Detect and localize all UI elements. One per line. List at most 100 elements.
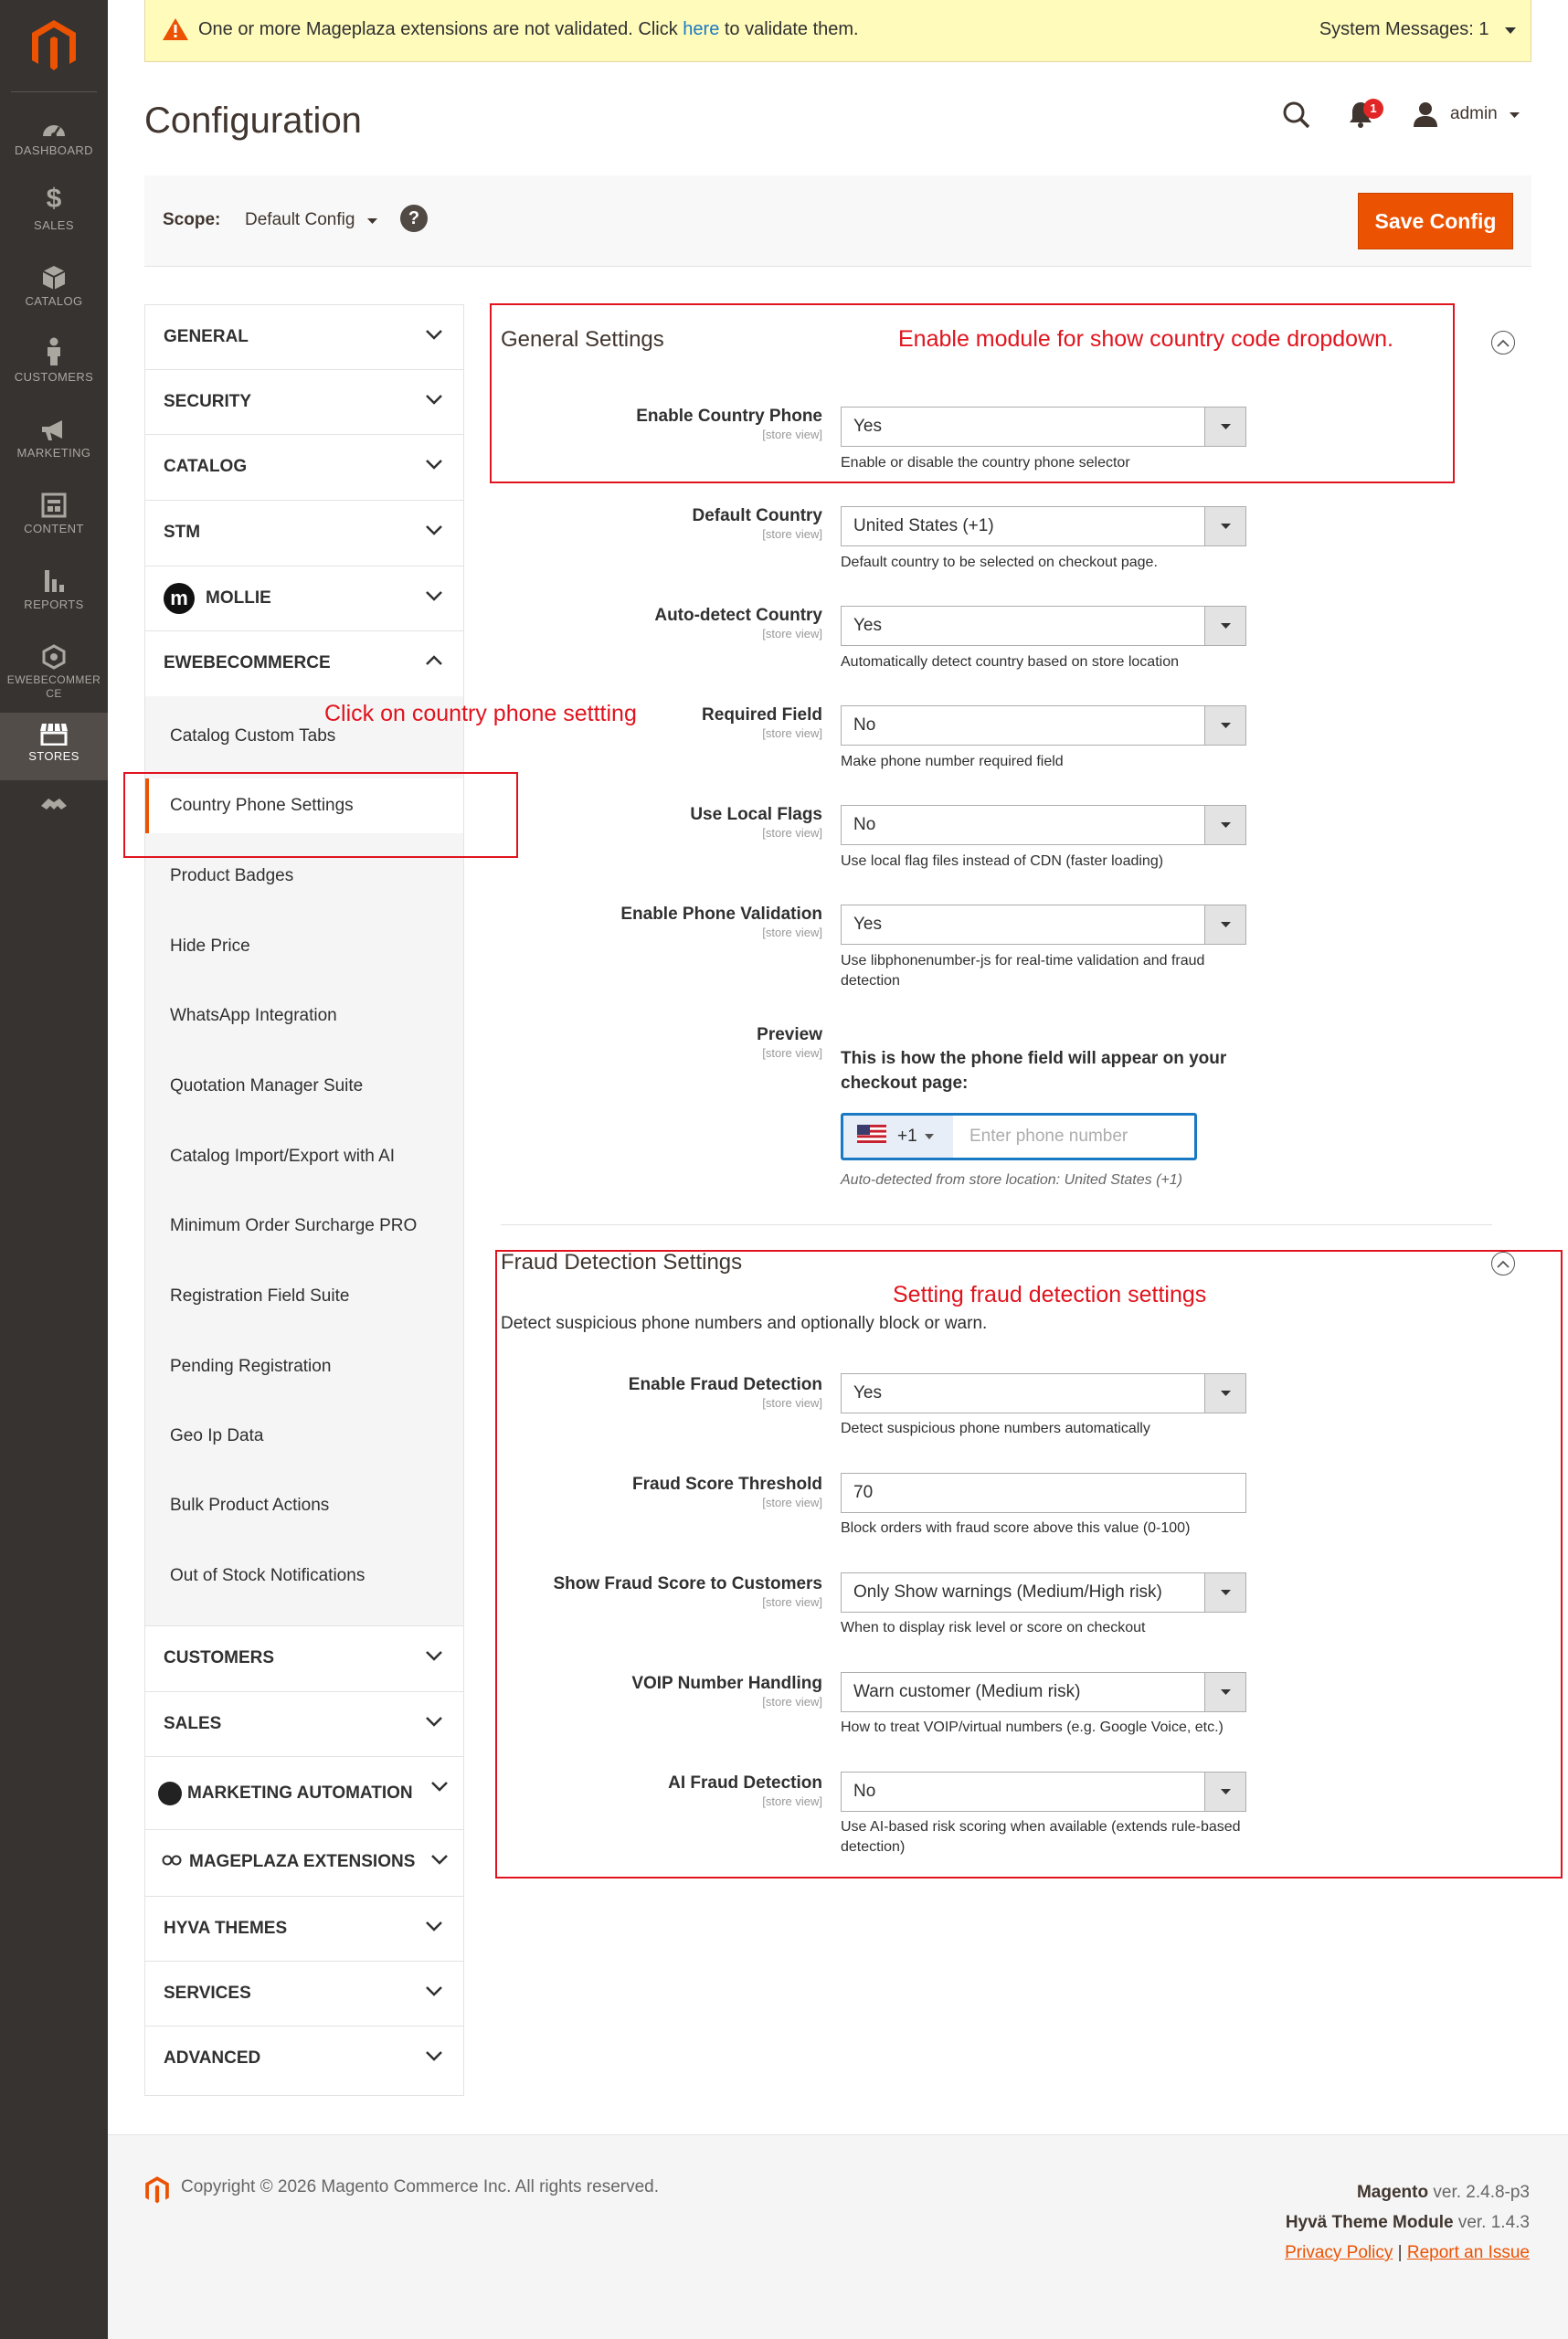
puzzle-icon [0, 780, 108, 811]
subtab-quotation-manager-suite[interactable]: Quotation Manager Suite [145, 1059, 463, 1114]
nav-label: CONTENT [24, 522, 84, 535]
tab-label: ADVANCED [164, 2048, 261, 2068]
field-label: Auto-detect Country [654, 606, 822, 625]
magento-footer-logo-icon [144, 2175, 170, 2209]
caret-down-icon [924, 1134, 934, 1139]
caret-down-icon [1204, 806, 1245, 844]
magento-name: Magento [1356, 2183, 1429, 2202]
required-field-select[interactable]: No [841, 705, 1246, 746]
subtab-minimum-order-surcharge[interactable]: Minimum Order Surcharge PRO [145, 1199, 463, 1254]
scope-hint: [store view] [762, 627, 822, 640]
phone-placeholder: Enter phone number [969, 1127, 1128, 1146]
nav-label: EWEBECOMMERCE [6, 673, 101, 700]
nav-content[interactable]: CONTENT [0, 483, 108, 556]
help-icon[interactable]: ? [400, 205, 428, 232]
privacy-policy-link[interactable]: Privacy Policy [1285, 2243, 1393, 2262]
tab-label: HYVA THEMES [164, 1919, 288, 1938]
nav-ewebecommerce[interactable]: EWEBECOMMERCE [0, 635, 108, 719]
nav-reports[interactable]: REPORTS [0, 559, 108, 632]
use-local-flags-select[interactable]: No [841, 805, 1246, 845]
nav-partners[interactable] [0, 780, 108, 826]
section-divider [501, 1224, 1492, 1225]
select-value: No [853, 815, 876, 834]
scope-value: Default Config [245, 210, 355, 229]
nav-label: CATALOG [25, 294, 83, 308]
chevron-down-icon [425, 325, 443, 345]
hyva-version: Hyvä Theme Module ver. 1.4.3 [1285, 2207, 1530, 2238]
tab-services[interactable]: SERVICES [145, 1961, 463, 2026]
select-value: Yes [853, 915, 882, 934]
scope-bar: Scope: Default Config ? Save Config [144, 175, 1531, 267]
scope-hint: [store view] [762, 527, 822, 541]
nav-sales[interactable]: $ SALES [0, 180, 108, 253]
nav-customers[interactable]: CUSTOMERS [0, 332, 108, 405]
caret-down-icon [366, 218, 377, 224]
field-label: Enable Phone Validation [620, 905, 822, 924]
dial-code: +1 [897, 1127, 917, 1146]
scope-hint: [store view] [762, 726, 822, 740]
mollie-logo-icon: m [164, 583, 195, 614]
caret-down-icon [1510, 112, 1520, 118]
tab-label: SERVICES [164, 1984, 251, 2003]
nav-catalog[interactable]: CATALOG [0, 256, 108, 329]
chevron-down-icon [430, 1850, 449, 1870]
scope-hint: [store view] [762, 926, 822, 939]
nav-dashboard[interactable]: DASHBOARD [0, 105, 108, 178]
tab-mageplaza-extensions[interactable]: MAGEPLAZA EXTENSIONS [145, 1829, 463, 1894]
nav-label: SALES [34, 218, 74, 232]
magento-version-number: ver. 2.4.8-p3 [1428, 2183, 1530, 2202]
tab-label: SECURITY [164, 392, 252, 411]
store-icon [0, 713, 108, 746]
magento-version: Magento ver. 2.4.8-p3 [1285, 2177, 1530, 2207]
annotation-box-tab [123, 772, 518, 858]
chevron-down-icon [425, 2047, 443, 2067]
annotation-tab-text: Click on country phone settting [324, 701, 637, 726]
country-code-selector[interactable]: +1 [843, 1116, 953, 1158]
nav-divider [11, 91, 97, 92]
scope-switcher[interactable]: Default Config [245, 210, 377, 230]
tab-label: SALES [164, 1714, 222, 1733]
footer-links: Privacy Policy | Report an Issue [1285, 2238, 1530, 2268]
subtab-registration-field-suite[interactable]: Registration Field Suite [145, 1269, 463, 1324]
default-country-select[interactable]: United States (+1) [841, 506, 1246, 546]
tab-hyva-themes[interactable]: HYVA THEMES [145, 1896, 463, 1961]
auto-detect-country-select[interactable]: Yes [841, 606, 1246, 646]
annotation-general-text: Enable module for show country code drop… [898, 326, 1393, 352]
mageplaza-logo-icon [162, 1852, 182, 1872]
hyva-name: Hyvä Theme Module [1285, 2213, 1454, 2232]
report-issue-link[interactable]: Report an Issue [1407, 2243, 1530, 2262]
warning-icon [162, 16, 189, 48]
tab-advanced[interactable]: ADVANCED [145, 2026, 463, 2090]
save-config-button[interactable]: Save Config [1358, 193, 1513, 249]
validate-link[interactable]: here [683, 19, 719, 39]
annotation-box-fraud [495, 1250, 1563, 1879]
nav-stores[interactable]: STORES [0, 713, 108, 780]
magento-logo-icon[interactable] [30, 18, 78, 73]
subtab-catalog-import-export[interactable]: Catalog Import/Export with AI [145, 1129, 463, 1184]
tab-label: GENERAL [164, 327, 249, 346]
search-icon[interactable] [1282, 101, 1311, 134]
collapse-up-icon[interactable] [1491, 331, 1515, 355]
tab-label: MAGEPLAZA EXTENSIONS [189, 1852, 416, 1871]
field-label: Default Country [692, 506, 823, 525]
tab-label: MOLLIE [206, 588, 271, 608]
nav-marketing[interactable]: MARKETING [0, 407, 108, 481]
admin-username: admin [1450, 104, 1498, 123]
footer-versions: Magento ver. 2.4.8-p3 Hyvä Theme Module … [1285, 2177, 1530, 2268]
subtab-geo-ip-data[interactable]: Geo Ip Data [145, 1409, 463, 1464]
enable-phone-validation-select[interactable]: Yes [841, 905, 1246, 945]
tab-general[interactable]: GENERAL [145, 304, 463, 369]
dollar-icon: $ [46, 184, 62, 214]
tab-label: STM [164, 523, 201, 542]
tab-catalog[interactable]: CATALOG [145, 434, 463, 499]
nav-label: MARKETING [16, 446, 91, 460]
user-icon[interactable] [1412, 101, 1439, 132]
dashboard-icon [0, 105, 108, 140]
nav-label: DASHBOARD [15, 143, 93, 157]
chevron-down-icon [425, 1712, 443, 1732]
admin-user-menu[interactable]: admin [1450, 104, 1520, 124]
phone-preview-input[interactable]: +1 Enter phone number [841, 1113, 1197, 1160]
auto-detected-note: Auto-detected from store location: Unite… [841, 1172, 1182, 1188]
system-messages-dropdown[interactable]: System Messages: 1 [1319, 19, 1516, 40]
chevron-down-icon [425, 1982, 443, 2002]
